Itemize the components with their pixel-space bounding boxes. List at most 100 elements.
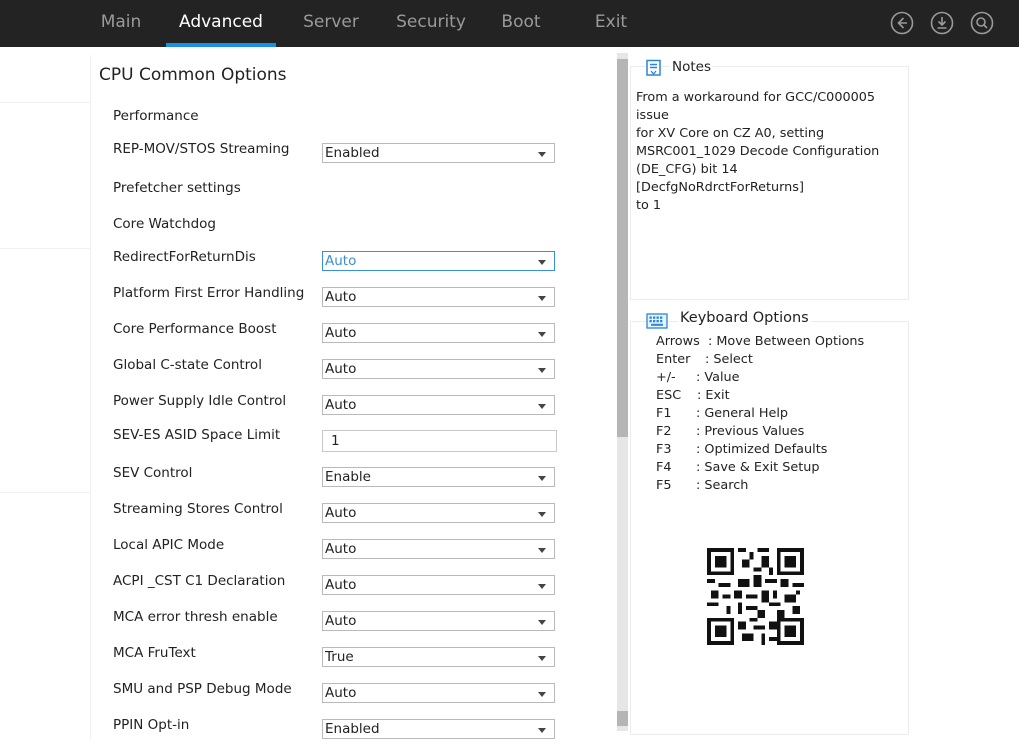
key-hint: F1: General Help: [656, 406, 788, 421]
keyboard-options-panel: Keyboard Options Arrows: Move Between Op…: [630, 310, 909, 735]
streaming-stores-select[interactable]: Auto: [322, 503, 555, 523]
global-cstate-select[interactable]: Auto: [322, 359, 555, 379]
key-desc: : Save & Exit Setup: [696, 460, 820, 475]
chevron-down-icon: [538, 512, 546, 517]
setting-label: REP-MOV/STOS Streaming: [113, 141, 290, 157]
select-value: Enable: [325, 469, 371, 485]
section-performance[interactable]: Performance: [113, 108, 199, 124]
tab-label: Boot: [501, 12, 541, 32]
power-supply-idle-select[interactable]: Auto: [322, 395, 555, 415]
setting-label: Global C-state Control: [113, 357, 262, 373]
platform-first-error-select[interactable]: Auto: [322, 287, 555, 307]
chevron-down-icon: [538, 152, 546, 157]
key-hint: F4 : Save & Exit Setup: [656, 460, 819, 475]
select-value: Auto: [325, 397, 357, 413]
tab-boot[interactable]: Boot: [490, 0, 552, 47]
scrollbar[interactable]: [617, 53, 628, 731]
top-nav-bar: Main Advanced Server Security Boot Exit: [0, 0, 1019, 47]
key-desc: : Value: [696, 370, 740, 385]
sev-es-asid-input[interactable]: 1: [322, 430, 557, 452]
notes-line: for XV Core on CZ A0, setting: [636, 126, 825, 141]
active-tab-indicator: [166, 43, 276, 47]
section-prefetcher[interactable]: Prefetcher settings: [113, 180, 241, 196]
acpi-cst-c1-select[interactable]: Auto: [322, 575, 555, 595]
key-desc: : Optimized Defaults: [696, 442, 828, 457]
select-value: Auto: [325, 613, 357, 629]
search-icon[interactable]: [970, 11, 994, 35]
select-value: True: [325, 649, 354, 665]
scrollbar-end-thumb[interactable]: [617, 711, 628, 726]
notes-title: Notes: [670, 59, 713, 75]
key-hint: Arrows: Move Between Options: [656, 334, 864, 349]
tab-exit[interactable]: Exit: [582, 0, 640, 47]
key-hint: F2: Previous Values: [656, 424, 804, 439]
notes-line: (DE_CFG) bit 14 [DecfgNoRdrctForReturns]: [636, 162, 804, 195]
back-icon[interactable]: [890, 11, 914, 35]
local-apic-mode-select[interactable]: Auto: [322, 539, 555, 559]
chevron-down-icon: [538, 728, 546, 733]
mca-error-thresh-select[interactable]: Auto: [322, 611, 555, 631]
select-value: Enabled: [325, 721, 380, 737]
tab-security[interactable]: Security: [384, 0, 478, 47]
key-name: F5: [656, 478, 672, 493]
download-icon[interactable]: [930, 11, 954, 35]
select-value: Auto: [325, 361, 357, 377]
chevron-down-icon: [538, 296, 546, 301]
notes-panel: Notes From a workaround for GCC/C000005 …: [630, 59, 909, 300]
setting-label: Platform First Error Handling: [113, 285, 305, 301]
chevron-down-icon: [538, 620, 546, 625]
key-desc: : Search: [696, 478, 749, 493]
tab-label: Advanced: [179, 12, 263, 32]
scrollbar-thumb[interactable]: [617, 59, 628, 437]
chevron-down-icon: [538, 332, 546, 337]
key-hint: F3 : Optimized Defaults: [656, 442, 827, 457]
key-name: +/-: [656, 370, 676, 385]
key-name: F3: [656, 442, 672, 457]
notes-line: to 1: [636, 198, 662, 213]
setting-label: PPIN Opt-in: [113, 717, 190, 733]
select-value: Auto: [325, 325, 357, 341]
redirect-for-return-dis-select[interactable]: Auto: [322, 251, 555, 271]
core-performance-boost-select[interactable]: Auto: [322, 323, 555, 343]
select-value: Auto: [325, 289, 357, 305]
ppin-opt-in-select[interactable]: Enabled: [322, 719, 555, 739]
key-desc: : Move Between Options: [708, 334, 865, 349]
smu-psp-debug-select[interactable]: Auto: [322, 683, 555, 703]
keyboard-options-title: Keyboard Options: [678, 310, 811, 326]
key-desc: : Exit: [697, 388, 730, 403]
key-desc: : Select: [705, 352, 753, 367]
mca-frutext-select[interactable]: True: [322, 647, 555, 667]
section-core-watchdog[interactable]: Core Watchdog: [113, 216, 216, 232]
rep-mov-stos-select[interactable]: Enabled: [322, 143, 555, 163]
select-value: Auto: [325, 685, 357, 701]
chevron-down-icon: [538, 368, 546, 373]
qr-code: [707, 548, 804, 649]
divider: [0, 102, 90, 103]
chevron-down-icon: [538, 548, 546, 553]
notes-line: MSRC001_1029 Decode Configuration: [636, 144, 880, 159]
select-value: Auto: [325, 541, 357, 557]
key-name: F4: [656, 460, 672, 475]
key-name: ESC: [656, 388, 682, 403]
divider: [0, 492, 90, 493]
key-hint: Enter: Select: [656, 352, 753, 367]
tab-advanced[interactable]: Advanced: [166, 0, 276, 47]
sev-control-select[interactable]: Enable: [322, 467, 555, 487]
setting-label: MCA error thresh enable: [113, 609, 278, 625]
keyboard-icon: [646, 312, 668, 334]
notes-line: From a workaround for GCC/C000005 issue: [636, 90, 876, 123]
setting-label: Streaming Stores Control: [113, 501, 283, 517]
divider: [0, 248, 90, 249]
cpu-options-panel: CPU Common Options Performance REP-MOV/S…: [90, 55, 613, 739]
key-desc: : Previous Values: [696, 424, 805, 439]
tab-main[interactable]: Main: [88, 0, 154, 47]
chevron-down-icon: [538, 584, 546, 589]
chevron-down-icon: [538, 476, 546, 481]
tab-server[interactable]: Server: [292, 0, 370, 47]
key-hint: ESC : Exit: [656, 388, 730, 403]
tab-label: Main: [100, 12, 142, 32]
setting-label: Core Performance Boost: [113, 321, 277, 337]
setting-label: Power Supply Idle Control: [113, 393, 287, 409]
select-value: Enabled: [325, 145, 380, 161]
key-desc: : General Help: [696, 406, 789, 421]
